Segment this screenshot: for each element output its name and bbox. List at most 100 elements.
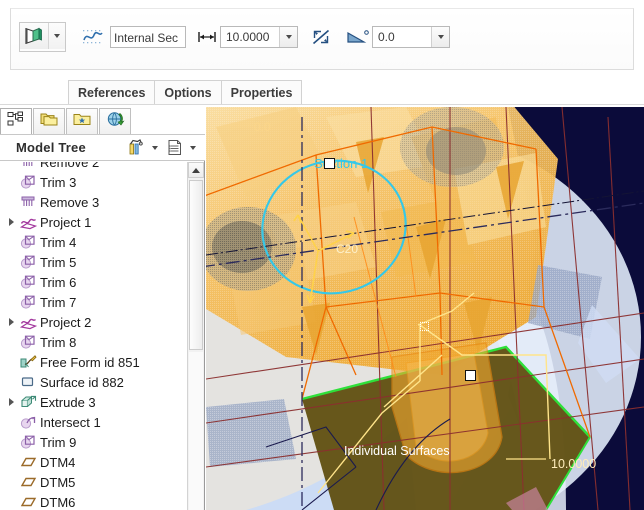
- chevron-down-icon: [437, 35, 444, 39]
- chevron-down-icon: [189, 145, 196, 150]
- navigator-tab-web-browser[interactable]: [99, 108, 131, 134]
- tree-item-label: Trim 9: [40, 434, 77, 450]
- scroll-up-icon[interactable]: [188, 162, 204, 178]
- model-tree-list: Remove 2 Trim 3 Remove 3 Project 1 Trim 4 Tri…: [0, 162, 186, 510]
- datum-plane-icon: [18, 492, 38, 510]
- tree-item[interactable]: Project 2: [0, 312, 186, 332]
- scrollbar-track[interactable]: [189, 352, 203, 510]
- navigator-tab-folder-browser[interactable]: [33, 108, 65, 134]
- angle-dropdown-button[interactable]: [431, 27, 449, 47]
- chevron-down-icon: [151, 145, 158, 150]
- tree-item[interactable]: DTM4: [0, 452, 186, 472]
- chevron-down-icon: [285, 35, 292, 39]
- expand-arrow-icon[interactable]: [4, 212, 18, 232]
- intersect-icon: [18, 412, 38, 432]
- tree-item[interactable]: Intersect 1: [0, 412, 186, 432]
- trim-icon: [18, 172, 38, 192]
- tree-item[interactable]: Trim 5: [0, 252, 186, 272]
- application-window: Internal Sec 10.0000 0.0 References Opti…: [0, 0, 644, 510]
- tree-item-label: Remove 3: [40, 194, 100, 210]
- tree-item-label: Trim 6: [40, 274, 77, 290]
- tree-item-label: Extrude 3: [40, 394, 96, 410]
- angle-value-combo[interactable]: 0.0: [372, 26, 450, 48]
- linear-dimension-icon: [196, 24, 218, 50]
- tab-options[interactable]: Options: [154, 80, 222, 104]
- tree-item[interactable]: Remove 3: [0, 192, 186, 212]
- favorites-folder-icon: [72, 111, 92, 132]
- tree-item[interactable]: Remove 2: [0, 162, 186, 172]
- tree-item[interactable]: Trim 4: [0, 232, 186, 252]
- project-curve-icon: [18, 212, 38, 232]
- tree-item-label: Trim 3: [40, 174, 77, 190]
- tree-item-label: Trim 4: [40, 234, 77, 250]
- free-form-icon: [18, 352, 38, 372]
- navigator-tab-model-tree[interactable]: [0, 108, 32, 134]
- tab-properties[interactable]: Properties: [220, 80, 303, 104]
- model-tree-title: Model Tree: [16, 140, 86, 155]
- graphics-viewport[interactable]: 0.0 Section 1 C20 10.0000 Individual Sur…: [206, 107, 644, 510]
- tree-filters-icon[interactable]: [126, 137, 148, 159]
- tree-item-label: Trim 8: [40, 334, 77, 350]
- offset-value-combo[interactable]: 10.0000: [220, 26, 298, 48]
- expand-arrow-icon[interactable]: [4, 312, 18, 332]
- sketch-section-icon[interactable]: [80, 24, 106, 50]
- tree-filters-dropdown-button[interactable]: [148, 137, 161, 159]
- folder-browser-icon: [39, 111, 59, 132]
- offset-dropdown-button[interactable]: [279, 27, 297, 47]
- section-type-button-group[interactable]: [19, 22, 66, 52]
- tabstrip-divider: [0, 104, 644, 105]
- datum-plane-icon: [18, 452, 38, 472]
- remove-surface-icon: [18, 162, 38, 172]
- feature-dashboard: Internal Sec 10.0000 0.0: [0, 0, 644, 78]
- expand-arrow-icon[interactable]: [4, 392, 18, 412]
- section-drag-handle-dotted[interactable]: [420, 322, 429, 331]
- angle-dimension-icon: [346, 24, 370, 50]
- section-drag-handle-bottom[interactable]: [465, 370, 476, 381]
- model-tree-scroll-area[interactable]: Remove 2 Trim 3 Remove 3 Project 1 Trim 4 Tri…: [0, 162, 204, 510]
- tree-item[interactable]: Surface id 882: [0, 372, 186, 392]
- flip-direction-icon[interactable]: [308, 24, 334, 50]
- dashboard-tabs: References Options Properties: [68, 78, 303, 104]
- dashboard-controls-row: Internal Sec 10.0000 0.0: [19, 22, 450, 52]
- section-drag-handle-top[interactable]: [324, 158, 335, 169]
- remove-surface-icon: [18, 192, 38, 212]
- scrollbar-thumb[interactable]: [189, 180, 203, 350]
- tree-item[interactable]: Trim 9: [0, 432, 186, 452]
- tree-item-label: DTM5: [40, 474, 76, 490]
- tree-item-label: DTM4: [40, 454, 76, 470]
- navigator-tab-favorites[interactable]: [66, 108, 98, 134]
- tree-item[interactable]: DTM6: [0, 492, 186, 510]
- tree-item[interactable]: DTM5: [0, 472, 186, 492]
- chevron-right-icon: [8, 218, 14, 226]
- section-plane-icon[interactable]: [20, 23, 48, 49]
- tree-item[interactable]: Free Form id 851: [0, 352, 186, 372]
- tree-columns-dropdown-button[interactable]: [186, 137, 199, 159]
- model-tree-scrollbar[interactable]: [187, 162, 204, 510]
- tree-item[interactable]: Trim 6: [0, 272, 186, 292]
- tab-references[interactable]: References: [68, 80, 156, 104]
- tree-item[interactable]: Trim 7: [0, 292, 186, 312]
- datum-plane-icon: [18, 472, 38, 492]
- web-browser-icon: [105, 111, 125, 132]
- section-name-input[interactable]: Internal Sec: [110, 26, 186, 48]
- dashboard-tabstrip: References Options Properties: [0, 78, 644, 106]
- tree-item[interactable]: Trim 8: [0, 332, 186, 352]
- chevron-down-icon: [54, 34, 60, 38]
- tree-item[interactable]: Project 1: [0, 212, 186, 232]
- tree-item[interactable]: Extrude 3: [0, 392, 186, 412]
- section-type-dropdown-button[interactable]: [48, 23, 65, 49]
- tree-item-label: Intersect 1: [40, 414, 101, 430]
- tree-item[interactable]: Trim 3: [0, 172, 186, 192]
- tree-columns-icon[interactable]: [164, 137, 186, 159]
